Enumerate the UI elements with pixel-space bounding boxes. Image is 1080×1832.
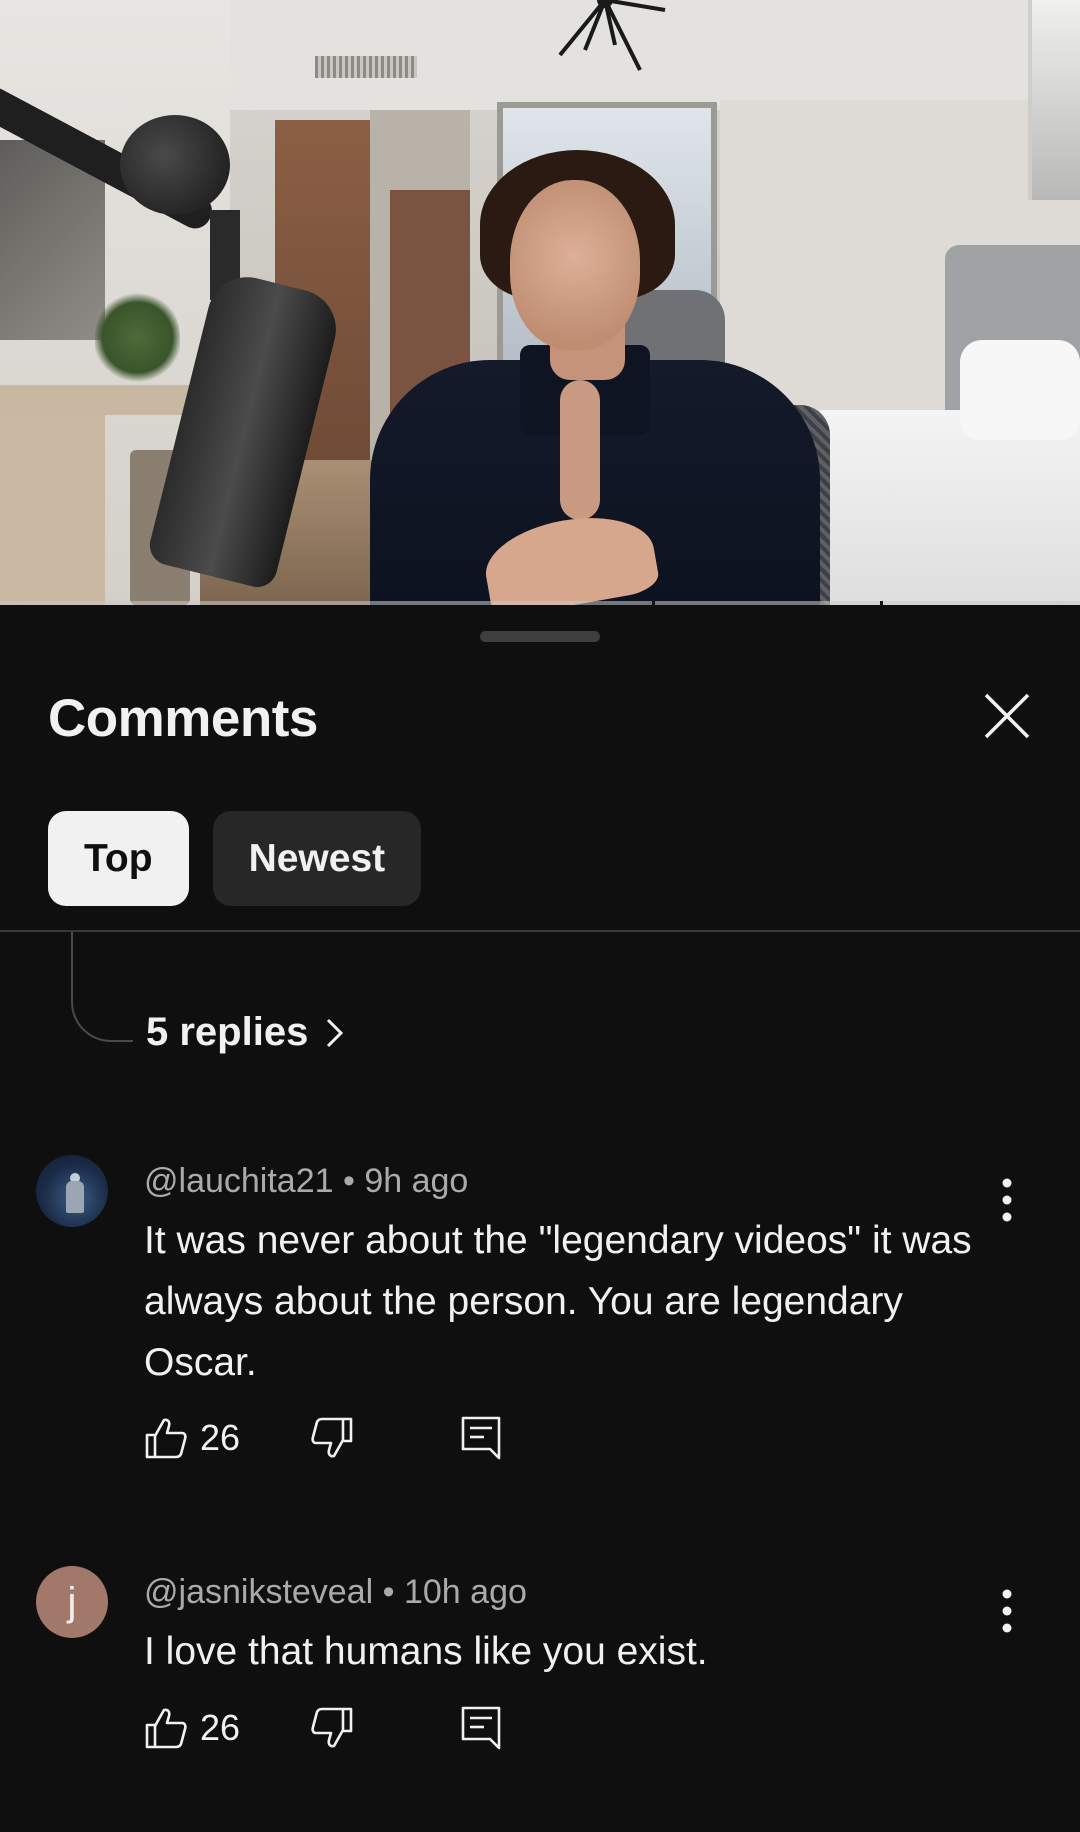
like-button[interactable]: 26 xyxy=(144,1706,240,1750)
avatar[interactable] xyxy=(36,1155,108,1227)
chevron-right-icon xyxy=(327,1018,344,1047)
comment-author[interactable]: @lauchita21 xyxy=(144,1162,334,1200)
comment-text: I love that humans like you exist. xyxy=(144,1630,708,1673)
reply-comment-icon xyxy=(461,1416,501,1460)
comment-actions: 26 xyxy=(144,1705,502,1751)
sheet-title: Comments xyxy=(48,689,318,748)
reply-comment-icon xyxy=(461,1706,501,1750)
avatar[interactable]: j xyxy=(36,1566,108,1638)
like-count: 26 xyxy=(200,1707,241,1748)
more-vertical-icon xyxy=(1002,1178,1012,1222)
comment-text: It was never about the "legendary videos… xyxy=(144,1219,972,1384)
comment-menu-button[interactable] xyxy=(985,1581,1029,1641)
like-button[interactable]: 26 xyxy=(144,1416,240,1460)
close-icon xyxy=(984,693,1030,739)
comment-meta: @lauchita21 • 9h ago xyxy=(144,1162,469,1200)
more-vertical-icon xyxy=(1002,1589,1012,1633)
ceiling-lamp xyxy=(558,0,666,71)
like-count: 26 xyxy=(200,1417,241,1458)
comment-time: 9h ago xyxy=(364,1162,469,1200)
comments-sheet: Comments Top Newest 5 replies @lauchita2… xyxy=(0,605,1080,1832)
comment-meta: @jasniksteveal • 10h ago xyxy=(144,1573,527,1611)
chip-top[interactable]: Top xyxy=(48,811,189,906)
dislike-button[interactable] xyxy=(310,1416,354,1460)
thumbs-up-icon xyxy=(145,1708,187,1749)
comment-actions: 26 xyxy=(144,1415,502,1461)
sort-chips: Top Newest xyxy=(48,811,422,906)
replies-label: 5 replies xyxy=(146,1010,309,1054)
video-player[interactable] xyxy=(0,0,1080,605)
comment-menu-button[interactable] xyxy=(985,1170,1029,1230)
close-button[interactable] xyxy=(978,687,1036,745)
view-replies-button[interactable]: 5 replies xyxy=(146,1010,346,1055)
comment-time: 10h ago xyxy=(403,1573,527,1611)
dislike-button[interactable] xyxy=(310,1706,354,1750)
divider xyxy=(0,930,1080,932)
thumbs-up-icon xyxy=(145,1418,187,1459)
comment-author[interactable]: @jasniksteveal xyxy=(144,1573,373,1611)
thumbs-down-icon xyxy=(311,1417,353,1458)
thread-connector xyxy=(71,932,133,1042)
thumbs-down-icon xyxy=(311,1707,353,1748)
reply-button[interactable] xyxy=(460,1705,502,1751)
drag-handle[interactable] xyxy=(480,631,600,642)
chip-newest[interactable]: Newest xyxy=(212,811,422,906)
reply-button[interactable] xyxy=(460,1415,502,1461)
